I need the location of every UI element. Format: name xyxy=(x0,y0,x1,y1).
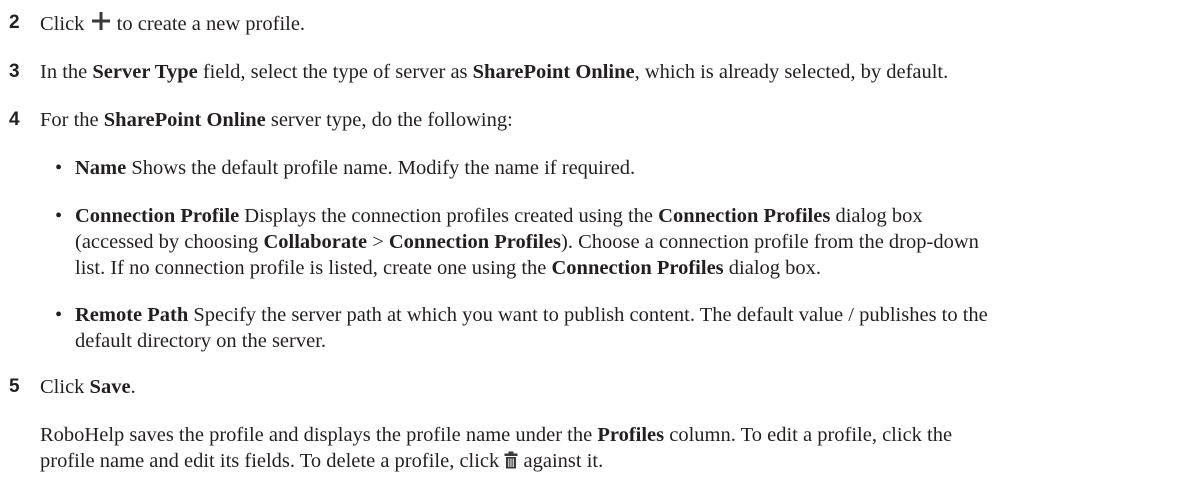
step-number: 4 xyxy=(9,109,20,130)
step-5-result-line2: profile name and edit its fields. To del… xyxy=(40,448,603,476)
bullet-connection-profile-line3: list. If no connection profile is listed… xyxy=(75,257,822,279)
step-number: 5 xyxy=(9,376,20,397)
bullet-remote-path: Remote Path Specify the server path at w… xyxy=(75,304,988,326)
step-number: 2 xyxy=(9,12,20,33)
bullet: • xyxy=(55,157,63,179)
step-2-text: Click to create a new profile. xyxy=(40,10,305,39)
plus-icon xyxy=(90,10,112,39)
bullet: • xyxy=(55,304,63,326)
step-number: 3 xyxy=(9,61,20,82)
trash-icon xyxy=(504,450,518,476)
bullet-connection-profile: Connection Profile Displays the connecti… xyxy=(75,205,923,227)
bullet-connection-profile-line2: (accessed by choosing Collaborate > Conn… xyxy=(75,231,979,253)
bullet-remote-path-line2: default directory on the server. xyxy=(75,330,327,352)
bullet-name: Name Shows the default profile name. Mod… xyxy=(75,157,636,179)
bullet: • xyxy=(55,205,63,227)
step-5-text: Click Save. xyxy=(40,376,136,398)
step-3-text: In the Server Type field, select the typ… xyxy=(40,61,949,83)
step-5-result-line1: RoboHelp saves the profile and displays … xyxy=(40,424,953,446)
step-4-text: For the SharePoint Online server type, d… xyxy=(40,109,513,131)
